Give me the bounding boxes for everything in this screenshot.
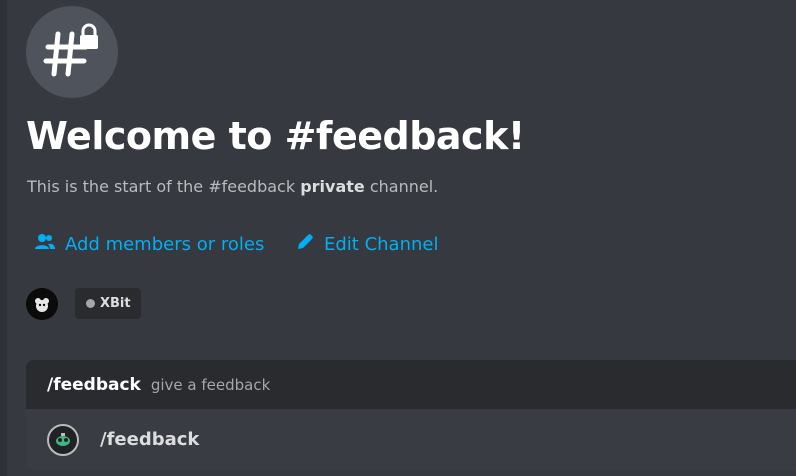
command-header: /feedback give a feedback	[26, 360, 796, 409]
command-option-label: /feedback	[100, 429, 200, 450]
add-members-button[interactable]: Add members or roles	[35, 230, 264, 258]
bot-avatar-icon	[47, 423, 79, 456]
command-name: /feedback	[47, 374, 141, 395]
add-members-label: Add members or roles	[65, 233, 265, 255]
pencil-icon	[296, 233, 314, 256]
edit-channel-label: Edit Channel	[324, 233, 439, 255]
command-autocomplete: /feedback give a feedback /feedback	[26, 360, 796, 470]
edit-channel-button[interactable]: Edit Channel	[296, 230, 438, 258]
command-description: give a feedback	[150, 375, 271, 394]
role-pill[interactable]: XBit	[75, 288, 141, 319]
avatar[interactable]	[26, 288, 58, 320]
page-title: Welcome to #feedback!	[26, 114, 525, 158]
role-color-dot	[86, 299, 95, 308]
channel-description: This is the start of the #feedback priva…	[27, 177, 438, 196]
add-members-icon	[35, 233, 55, 256]
desc-bold: private	[300, 177, 365, 196]
command-option[interactable]: /feedback	[26, 409, 796, 470]
private-channel-icon	[26, 6, 118, 98]
left-edge	[0, 0, 7, 476]
role-label: XBit	[100, 296, 131, 311]
desc-suffix: channel.	[364, 177, 439, 196]
desc-prefix: This is the start of the #feedback	[27, 177, 301, 196]
